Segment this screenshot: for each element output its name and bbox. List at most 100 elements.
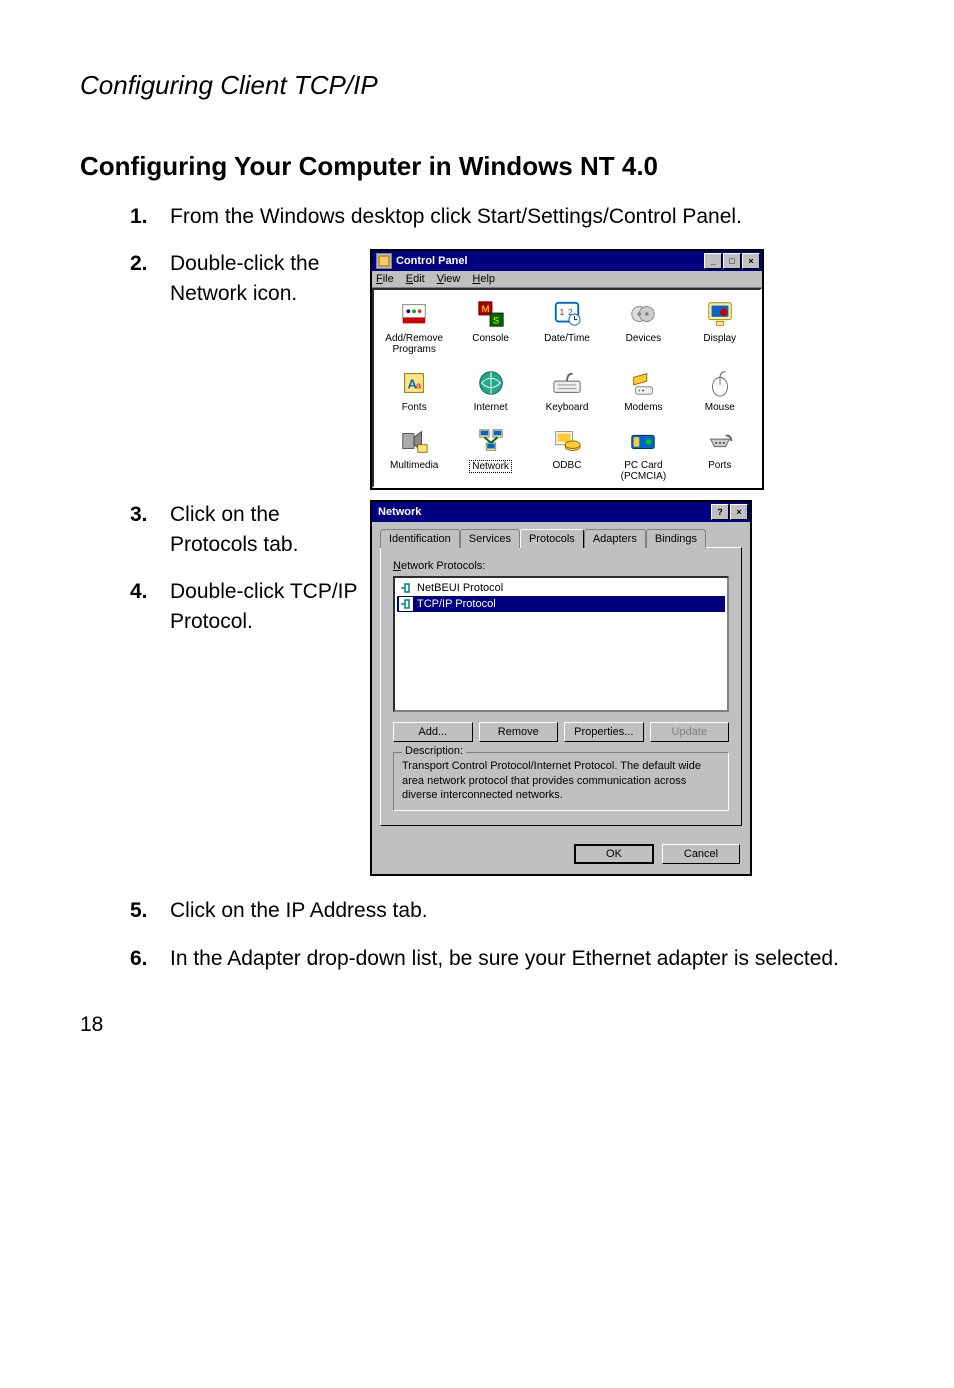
cp-item-fonts[interactable]: Aa Fonts [376,365,452,415]
menu-edit[interactable]: Edit [406,273,425,285]
cp-item-multimedia[interactable]: Multimedia [376,423,452,484]
tab-identification[interactable]: Identification [380,529,460,548]
section-path: Configuring Client TCP/IP [80,70,874,101]
svg-text:1: 1 [559,307,564,317]
list-item[interactable]: TCP/IP Protocol [397,596,725,612]
tab-bindings[interactable]: Bindings [646,529,706,548]
tab-protocols[interactable]: Protocols [520,529,584,548]
icon-label: ODBC [553,460,582,471]
protocol-icon [399,597,413,611]
icon-label: Devices [626,333,662,344]
icon-label: Internet [474,402,508,413]
step-number: 2. [130,249,170,278]
window-title: Control Panel [396,255,468,267]
cp-item-ports[interactable]: Ports [682,423,758,484]
keyboard-icon [551,367,583,399]
ports-icon [704,425,736,457]
icon-label: Multimedia [390,460,438,471]
cp-item-date-time[interactable]: 12 Date/Time [529,296,605,357]
cancel-button[interactable]: Cancel [662,844,740,864]
help-button[interactable]: ? [711,504,729,520]
close-button[interactable]: × [742,253,760,269]
cp-item-odbc[interactable]: ODBC [529,423,605,484]
icon-label: Display [703,333,736,344]
step-text: Double-click the Network icon. [170,249,370,308]
ok-button[interactable]: OK [574,844,654,864]
menu-file[interactable]: File [376,273,394,285]
icon-label: Console [472,333,509,344]
mouse-icon [704,367,736,399]
add-button[interactable]: Add... [393,722,473,742]
list-item[interactable]: NetBEUI Protocol [397,580,725,596]
description-text: Transport Control Protocol/Internet Prot… [402,759,720,802]
page-number: 18 [80,1013,874,1037]
fonts-icon: Aa [398,367,430,399]
network-dialog: Network ? × Identification Services Prot… [370,500,752,876]
cp-item-devices[interactable]: Devices [605,296,681,357]
icon-label: Fonts [402,402,427,413]
control-panel-window: Control Panel _ □ × File Edit View Help [370,249,764,490]
step-text: Click on the IP Address tab. [170,896,874,925]
cp-item-pc-card[interactable]: PC Card (PCMCIA) [605,423,681,484]
menubar: File Edit View Help [372,271,762,288]
tab-services[interactable]: Services [460,529,520,548]
cp-item-mouse[interactable]: Mouse [682,365,758,415]
tab-adapters[interactable]: Adapters [584,529,646,548]
icon-label: Modems [624,402,662,413]
dialog-title: Network [378,506,421,518]
step-text: Double-click TCP/IP Protocol. [170,577,370,636]
close-button[interactable]: × [730,504,748,520]
step-number: 3. [130,500,170,529]
devices-icon [627,298,659,330]
icon-label: Mouse [705,402,735,413]
list-item-label: NetBEUI Protocol [417,582,503,594]
display-icon [704,298,736,330]
icon-label: Ports [708,460,731,471]
cp-item-add-remove[interactable]: Add/Remove Programs [376,296,452,357]
titlebar: Network ? × [372,502,750,522]
step-number: 4. [130,577,170,606]
svg-text:M: M [481,305,489,315]
step-text: From the Windows desktop click Start/Set… [170,202,874,231]
step-text: Click on the Protocols tab. [170,500,370,559]
maximize-button[interactable]: □ [723,253,741,269]
step-number: 1. [130,202,170,231]
properties-button[interactable]: Properties... [564,722,644,742]
cp-item-keyboard[interactable]: Keyboard [529,365,605,415]
icon-label: Keyboard [546,402,589,413]
menu-view[interactable]: View [437,273,461,285]
step-number: 6. [130,944,170,973]
internet-icon [475,367,507,399]
protocols-listbox[interactable]: NetBEUI Protocol TCP/IP Protocol [393,576,729,712]
date-time-icon: 12 [551,298,583,330]
menu-help[interactable]: Help [472,273,495,285]
icon-label: Add/Remove Programs [378,333,450,355]
tabstrip: Identification Services Protocols Adapte… [380,528,742,547]
list-item-label: TCP/IP Protocol [417,598,496,610]
minimize-button[interactable]: _ [704,253,722,269]
svg-text:S: S [492,316,498,326]
cp-item-network[interactable]: Network [452,423,528,484]
icon-label: Network [469,460,512,473]
cp-item-internet[interactable]: Internet [452,365,528,415]
update-button: Update [650,722,730,742]
group-title: Description: [402,745,466,757]
icon-label: Date/Time [544,333,590,344]
network-icon [475,425,507,457]
odbc-icon [551,425,583,457]
multimedia-icon [398,425,430,457]
listbox-label: Network Protocols: [393,560,729,572]
step-number: 5. [130,896,170,925]
icon-grid: Add/Remove Programs MS Console 12 Date/T… [372,288,762,488]
remove-button[interactable]: Remove [479,722,559,742]
description-group: Description: Transport Control Protocol/… [393,752,729,811]
control-panel-icon [376,253,392,269]
cp-item-modems[interactable]: Modems [605,365,681,415]
modems-icon [627,367,659,399]
cp-item-display[interactable]: Display [682,296,758,357]
cp-item-console[interactable]: MS Console [452,296,528,357]
svg-text:a: a [416,381,422,391]
icon-label: PC Card (PCMCIA) [607,460,679,482]
add-remove-icon [398,298,430,330]
step-text: In the Adapter drop-down list, be sure y… [170,944,874,973]
